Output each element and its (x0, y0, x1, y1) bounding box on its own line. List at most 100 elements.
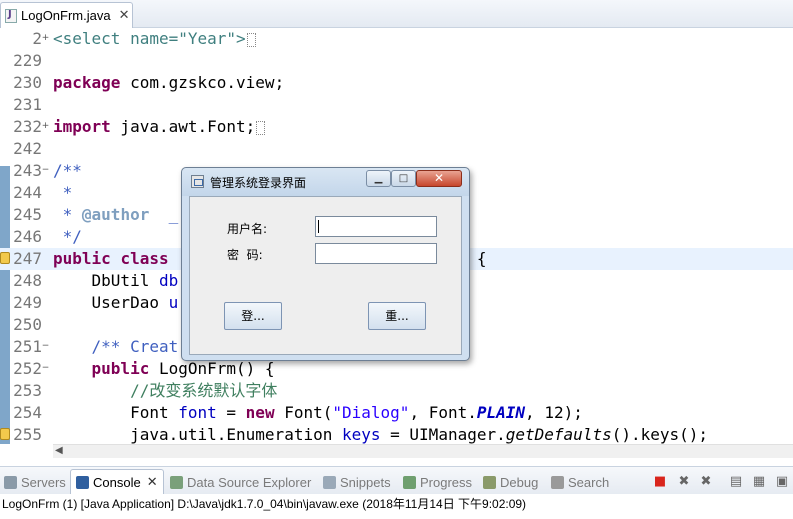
view-tab-debug[interactable]: Debug (483, 472, 538, 492)
editor-tab-label: LogOnFrm.java (21, 8, 111, 23)
view-tab-label: Search (568, 474, 610, 490)
remove-launch-icon[interactable]: ✖ (676, 474, 692, 490)
code-line[interactable]: 231 (0, 94, 793, 116)
view-tab-label: Debug (500, 474, 539, 490)
pin-console-icon[interactable]: ▣ (774, 474, 790, 490)
line-number: 246 (13, 227, 42, 246)
warning-marker-icon[interactable] (0, 428, 10, 440)
login-window: 管理系统登录界面 ▁ □ ✕ 用户名: 密 码: 登... 重... (181, 167, 470, 361)
servers-icon (4, 475, 17, 489)
close-view-icon[interactable]: ✕ (147, 475, 158, 490)
code-text: package com.gzskco.view; (53, 73, 285, 92)
code-text: import java.awt.Font; (53, 116, 266, 138)
collapse-fold-icon[interactable]: − (41, 342, 50, 351)
code-line[interactable]: 255 java.util.Enumeration keys = UIManag… (0, 424, 793, 444)
line-number: 230 (13, 73, 42, 92)
console-icon (76, 476, 89, 489)
login-window-title: 管理系统登录界面 (210, 176, 307, 190)
view-tab-label: Data Source Explorer (187, 474, 312, 490)
search-icon (551, 475, 564, 489)
password-input[interactable] (315, 243, 437, 264)
password-label: 密 码: (227, 248, 263, 262)
editor-tab-logonfrm[interactable]: LogOnFrm.java ✕ (0, 2, 133, 28)
line-number: 244 (13, 183, 42, 202)
view-tab-label: Progress (420, 474, 473, 490)
line-number: 253 (13, 381, 42, 400)
view-tab-servers[interactable]: Servers (4, 472, 66, 492)
line-number: 229 (13, 51, 42, 70)
username-label: 用户名: (227, 222, 268, 236)
clear-console-icon[interactable]: ▤ (728, 474, 744, 490)
view-tab-data-source-explorer[interactable]: Data Source Explorer (170, 472, 311, 492)
line-number: 231 (13, 95, 42, 114)
username-input[interactable] (315, 216, 437, 237)
maximize-button[interactable]: □ (391, 170, 416, 187)
code-line[interactable]: 229 (0, 50, 793, 72)
folded-code-marker[interactable] (256, 120, 266, 135)
code-line[interactable]: 232 + import java.awt.Font; (0, 116, 793, 138)
scroll-lock-icon[interactable]: ▦ (751, 474, 767, 490)
view-tab-progress[interactable]: Progress (403, 472, 472, 492)
code-text: /** Creat (53, 337, 179, 356)
progress-icon (403, 475, 416, 489)
view-tab-console[interactable]: Console ✕ (70, 469, 164, 495)
warning-marker-icon[interactable] (0, 252, 10, 264)
console-status-text: LogOnFrm (1) [Java Application] D:\Java\… (0, 494, 793, 519)
expand-fold-icon[interactable]: + (41, 34, 50, 43)
code-line[interactable]: 252− public LogOnFrm() { (0, 358, 793, 380)
code-text: /** (53, 161, 82, 180)
code-text: <select name="Year"> (53, 28, 256, 50)
code-line[interactable]: 254 Font font = new Font("Dialog", Font.… (0, 402, 793, 424)
login-button[interactable]: 登... (224, 302, 282, 330)
editor-tab-bar: LogOnFrm.java ✕ (0, 0, 793, 28)
collapse-fold-icon[interactable]: − (41, 364, 50, 373)
view-tab-snippets[interactable]: Snippets (323, 472, 391, 492)
collapse-fold-icon[interactable]: − (41, 166, 50, 175)
database-icon (170, 475, 183, 489)
remove-all-icon[interactable]: ✖ (698, 474, 714, 490)
horizontal-scrollbar[interactable]: ◀ (53, 444, 793, 458)
code-text: java.util.Enumeration keys = UIManager.g… (53, 425, 709, 444)
java-file-icon (5, 8, 17, 23)
code-text: UserDao u (53, 293, 179, 312)
line-number: 250 (13, 315, 42, 334)
scroll-left-icon[interactable]: ◀ (55, 445, 63, 456)
view-tab-label: Snippets (340, 474, 391, 490)
debug-icon (483, 475, 496, 489)
line-number: 252 (13, 359, 42, 378)
line-number: 243 (13, 161, 42, 180)
line-number: 255 (13, 425, 42, 444)
expand-fold-icon[interactable]: + (41, 122, 50, 131)
code-line[interactable]: 230 package com.gzskco.view; (0, 72, 793, 94)
code-text: public LogOnFrm() { (91, 359, 275, 378)
code-text: //改变系统默认字体 (53, 381, 278, 400)
code-text: * @author _ (53, 205, 179, 224)
close-button[interactable]: ✕ (416, 170, 462, 187)
view-tab-label: Console (93, 475, 141, 490)
line-number: 251 (13, 337, 42, 356)
minimize-button[interactable]: ▁ (366, 170, 391, 187)
line-number: 249 (13, 293, 42, 312)
line-number: 242 (13, 139, 42, 158)
code-text: */ (53, 227, 82, 246)
line-number: 232 (13, 117, 42, 136)
line-number: 2 (32, 29, 42, 48)
close-tab-icon[interactable]: ✕ (119, 8, 130, 23)
folded-code-marker[interactable] (246, 32, 256, 47)
code-text: DbUtil db (53, 271, 179, 290)
code-text: * (53, 183, 73, 202)
view-tab-label: Servers (21, 474, 66, 490)
view-tab-search[interactable]: Search (551, 472, 609, 492)
line-number: 248 (13, 271, 42, 290)
code-line[interactable]: 253 //改变系统默认字体 (0, 380, 793, 402)
code-text: Font font = new Font("Dialog", Font.PLAI… (53, 403, 583, 422)
login-window-titlebar[interactable]: 管理系统登录界面 ▁ □ ✕ (182, 168, 469, 196)
line-number: 247 (13, 249, 42, 268)
line-number: 254 (13, 403, 42, 422)
terminate-icon[interactable]: ■ (652, 474, 668, 490)
window-app-icon (191, 175, 204, 188)
code-line[interactable]: 242 (0, 138, 793, 160)
reset-button[interactable]: 重... (368, 302, 426, 330)
code-line[interactable]: 2 + <select name="Year"> (0, 28, 793, 50)
snippets-icon (323, 475, 336, 489)
